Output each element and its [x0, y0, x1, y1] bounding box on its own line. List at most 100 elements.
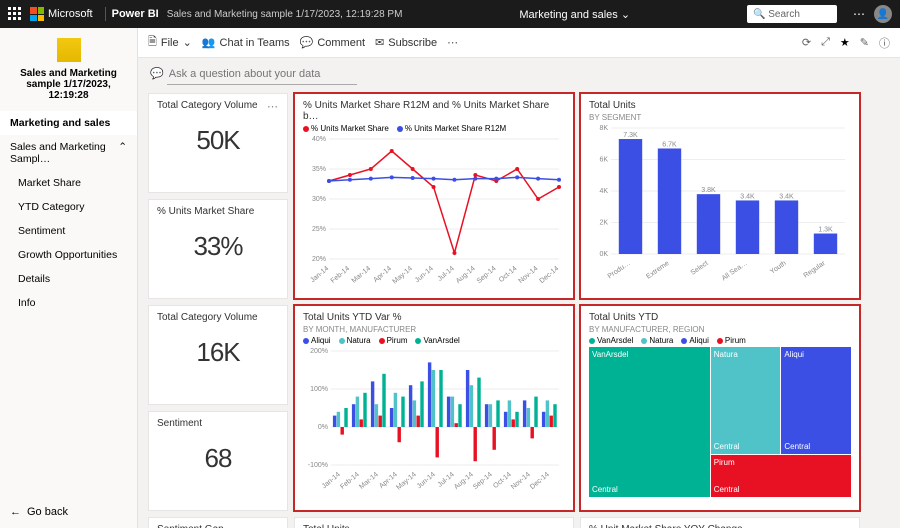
nav-sub-growth-opportunities[interactable]: Growth Opportunities [0, 243, 137, 267]
line-chart-svg: 20%25%30%35%40%Jan-14Feb-14Mar-14Apr-14M… [303, 135, 563, 295]
mail-icon: ✉ [375, 36, 384, 49]
tile-ytd-var-chart[interactable]: Total Units YTD Var % BY MONTH, MANUFACT… [294, 305, 574, 511]
svg-text:6.7K: 6.7K [662, 141, 677, 148]
tile-total-units-bottom[interactable]: Total UnitsBY MONTH, MANUFACTURER [294, 517, 574, 528]
microsoft-logo-icon [30, 7, 44, 21]
qna-input[interactable] [167, 64, 357, 85]
svg-text:Nov-14: Nov-14 [518, 265, 540, 285]
treemap-body: VanArsdelCentral NaturaCentral AliquiCen… [589, 347, 851, 497]
search-icon: 🔍 [753, 9, 765, 20]
tile-title: Total Units YTD [589, 312, 851, 323]
nav-sub-sentiment[interactable]: Sentiment [0, 219, 137, 243]
tile-title: % Units Market Share R12M and % Units Ma… [303, 100, 565, 122]
tile-title: Total Category Volume [157, 100, 279, 111]
qna-bar: 💬 [138, 58, 900, 87]
go-back-button[interactable]: ←Go back [0, 496, 137, 528]
subscribe-button[interactable]: ✉Subscribe [375, 36, 437, 49]
nav-sub-ytd-category[interactable]: YTD Category [0, 195, 137, 219]
toolbar-more-button[interactable]: ⋯ [447, 36, 458, 49]
chevron-down-icon: ⌄ [183, 36, 192, 49]
refresh-icon[interactable]: ⟳ [802, 36, 811, 49]
file-menu[interactable]: 🗎File⌄ [148, 33, 192, 52]
bar-chart-svg: 0K2K4K6K8K7.3KProdu…6.7KExtreme3.8KSelec… [589, 122, 849, 290]
svg-text:0%: 0% [318, 424, 328, 431]
svg-text:Oct-14: Oct-14 [492, 471, 513, 490]
svg-text:-100%: -100% [308, 462, 328, 469]
user-avatar[interactable]: 👤 [874, 5, 892, 23]
tile-total-category-volume-16k[interactable]: Total Category Volume 16K [148, 305, 288, 405]
fullscreen-icon[interactable]: ⤢ [821, 36, 830, 49]
tile-grid: Total Category Volume ⋯ 50K % Units Mark… [138, 87, 900, 528]
tile-pct-units-market-share[interactable]: % Units Market Share 33% [148, 199, 288, 299]
toolbar: 🗎File⌄ 👥Chat in Teams 💬Comment ✉Subscrib… [138, 28, 900, 58]
svg-text:Mar-14: Mar-14 [351, 265, 373, 285]
app-launcher-icon[interactable] [8, 7, 22, 21]
info-icon[interactable]: ⓘ [879, 35, 890, 51]
comment-button[interactable]: 💬Comment [300, 36, 365, 49]
app-topbar: Microsoft Power BI Sales and Marketing s… [0, 0, 900, 28]
tile-total-units-ytd-treemap[interactable]: Total Units YTD BY MANUFACTURER, REGION … [580, 305, 860, 511]
tile-title: % Units Market Share [157, 206, 279, 217]
tile-title: Total Units [589, 100, 851, 111]
svg-text:Sep-14: Sep-14 [476, 265, 498, 285]
svg-text:6K: 6K [599, 157, 608, 164]
svg-text:Aug-14: Aug-14 [455, 265, 477, 285]
comment-icon: 💬 [300, 36, 314, 49]
svg-text:40%: 40% [312, 136, 326, 143]
svg-text:All Sea…: All Sea… [721, 260, 749, 282]
svg-text:Jan-14: Jan-14 [309, 265, 330, 284]
svg-text:Select: Select [690, 260, 710, 277]
svg-text:35%: 35% [312, 166, 326, 173]
product-name: Power BI [112, 8, 159, 20]
tile-title: Sentiment [157, 418, 279, 429]
tile-market-share-line-chart[interactable]: % Units Market Share R12M and % Units Ma… [294, 93, 574, 299]
workspace-selector[interactable]: Marketing and sales ⌄ [519, 8, 630, 21]
tile-sentiment[interactable]: Sentiment 68 [148, 411, 288, 511]
svg-text:7.3K: 7.3K [623, 132, 638, 139]
search-box[interactable]: 🔍 Search [747, 5, 837, 23]
edit-icon[interactable]: ✎ [860, 36, 869, 49]
nav-sub-market-share[interactable]: Market Share [0, 171, 137, 195]
chevron-up-icon: ⌃ [118, 141, 127, 165]
file-icon: 🗎 [148, 33, 157, 52]
svg-text:May-14: May-14 [392, 265, 414, 285]
teams-icon: 👥 [202, 36, 216, 49]
tile-title: Total Units YTD Var % [303, 312, 565, 323]
nav-item-sales-marketing-sample[interactable]: Sales and Marketing Sampl…⌃ [0, 135, 137, 171]
svg-text:Apr-14: Apr-14 [372, 265, 393, 284]
brand-text: Microsoft [48, 8, 93, 20]
nav-item-marketing-and-sales[interactable]: Marketing and sales [0, 111, 137, 135]
svg-text:2K: 2K [599, 220, 608, 227]
nav-sub-info[interactable]: Info [0, 291, 137, 315]
powerbi-icon [57, 38, 81, 62]
nav-sub-details[interactable]: Details [0, 267, 137, 291]
chevron-down-icon: ⌄ [621, 9, 630, 21]
svg-text:Nov-14: Nov-14 [510, 471, 532, 491]
svg-text:3.4K: 3.4K [740, 193, 755, 200]
kpi-value: 50K [157, 125, 279, 156]
nav-pane: Sales and Marketing sample 1/17/2023, 12… [0, 28, 138, 528]
tile-more-icon[interactable]: ⋯ [267, 100, 279, 113]
svg-text:0K: 0K [599, 251, 608, 258]
svg-text:200%: 200% [310, 348, 328, 355]
more-options-button[interactable]: ⋯ [853, 7, 866, 21]
svg-text:Youth: Youth [769, 260, 788, 276]
svg-text:Mar-14: Mar-14 [358, 471, 380, 491]
chat-in-teams-button[interactable]: 👥Chat in Teams [202, 36, 290, 49]
svg-text:3.8K: 3.8K [701, 187, 716, 194]
tile-total-category-volume-50k[interactable]: Total Category Volume ⋯ 50K [148, 93, 288, 193]
tile-sentiment-gap[interactable]: Sentiment Gap [148, 517, 288, 528]
svg-text:Extreme: Extreme [645, 260, 670, 281]
kpi-value: 33% [157, 231, 279, 262]
svg-text:Aug-14: Aug-14 [453, 471, 475, 491]
chart-legend: % Units Market Share % Units Market Shar… [303, 124, 565, 133]
svg-text:Feb-14: Feb-14 [330, 265, 352, 285]
svg-text:Sep-14: Sep-14 [472, 471, 494, 491]
tile-total-units-bar-chart[interactable]: Total Units BY SEGMENT 0K2K4K6K8K7.3KPro… [580, 93, 860, 299]
svg-text:May-14: May-14 [395, 471, 417, 491]
tile-title: Total Category Volume [157, 312, 279, 323]
favorite-icon[interactable]: ★ [840, 36, 850, 49]
tile-yoy-change[interactable]: % Unit Market Share YOY ChangeBY ROLLING… [580, 517, 860, 528]
kpi-value: 16K [157, 337, 279, 368]
divider [105, 7, 106, 21]
